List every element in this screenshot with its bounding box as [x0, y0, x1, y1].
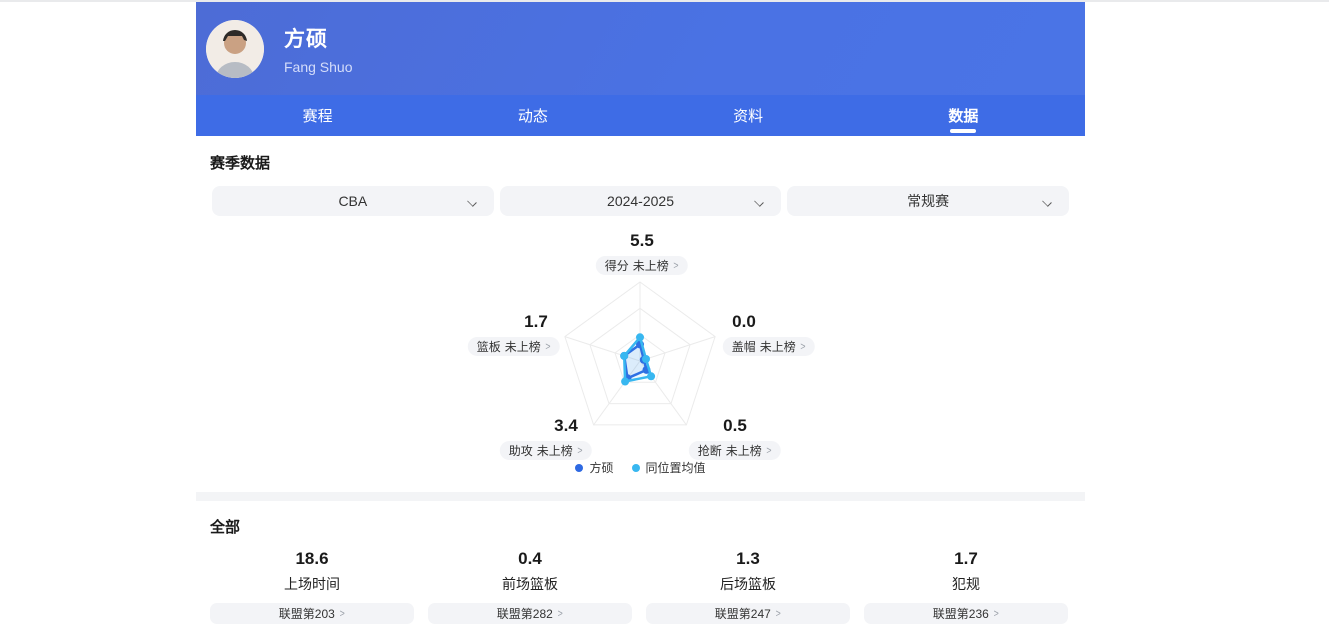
rank-pill-steals[interactable]: 抢断 未上榜 >	[689, 441, 781, 460]
stat-label: 前场篮板	[428, 574, 632, 594]
totals-stats-grid: 18.6 上场时间 联盟第203 > 0.4 前场篮板 联盟第282 > 1.3…	[210, 549, 1085, 624]
stat-label: 后场篮板	[646, 574, 850, 594]
tab-data[interactable]: 数据	[856, 95, 1071, 136]
chart-legend: 方硕 同位置均值	[196, 459, 1085, 476]
legend-label-player: 方硕	[589, 459, 613, 476]
player-avatar	[206, 20, 264, 78]
rank-text: 未上榜	[537, 442, 573, 459]
stat-value: 0.4	[428, 549, 632, 569]
radar-axis-assists: 3.4 助攻 未上榜 >	[500, 416, 592, 460]
stat-value: 1.3	[646, 549, 850, 569]
rank-pill-points[interactable]: 得分 未上榜 >	[596, 256, 688, 275]
chevron-down-icon	[1043, 197, 1051, 205]
radar-axis-rebounds: 1.7 篮板 未上榜 >	[468, 312, 560, 356]
radar-chart-area: 5.5 得分 未上榜 > 0.0 盖帽 未上榜 > 0.5 抢断 未上榜 >	[196, 227, 1085, 487]
league-select-value: CBA	[338, 193, 367, 209]
stat-fouls: 1.7 犯规 联盟第236 >	[864, 549, 1068, 624]
legend-item-average: 同位置均值	[632, 459, 706, 476]
chevron-right-icon: >	[545, 341, 550, 353]
tab-news[interactable]: 动态	[425, 95, 640, 136]
league-rank-pill[interactable]: 联盟第203 >	[210, 603, 414, 624]
stat-label: 犯规	[864, 574, 1068, 594]
league-rank-pill[interactable]: 联盟第247 >	[646, 603, 850, 624]
player-header: 方硕 Fang Shuo	[196, 2, 1085, 95]
chevron-down-icon	[755, 197, 763, 205]
rank-text: 未上榜	[760, 338, 796, 355]
chevron-right-icon: >	[766, 445, 771, 457]
rank-pill-rebounds[interactable]: 篮板 未上榜 >	[468, 337, 560, 356]
chevron-right-icon: >	[993, 608, 998, 620]
filter-row: CBA 2024-2025 常规赛	[212, 186, 1069, 216]
legend-label-average: 同位置均值	[646, 459, 706, 476]
rank-text: 未上榜	[505, 338, 541, 355]
chevron-right-icon: >	[339, 608, 344, 620]
player-name: 方硕	[284, 23, 353, 53]
section-title-all: 全部	[210, 516, 1085, 537]
stat-value: 18.6	[210, 549, 414, 569]
season-select-value: 2024-2025	[607, 193, 674, 209]
stat-value-blocks: 0.0	[698, 312, 790, 332]
chevron-right-icon: >	[577, 445, 582, 457]
radar-axis-points: 5.5 得分 未上榜 >	[596, 231, 688, 275]
player-name-en: Fang Shuo	[284, 59, 353, 75]
section-divider	[196, 492, 1085, 501]
rank-text: 联盟第236	[933, 605, 989, 622]
tab-profile[interactable]: 资料	[641, 95, 856, 136]
chevron-down-icon	[468, 197, 476, 205]
rank-text: 未上榜	[726, 442, 762, 459]
radar-axis-blocks: 0.0 盖帽 未上榜 >	[723, 312, 815, 356]
rank-pill-assists[interactable]: 助攻 未上榜 >	[500, 441, 592, 460]
legend-dot-player	[575, 464, 583, 472]
stat-value-points: 5.5	[596, 231, 688, 251]
chevron-right-icon: >	[775, 608, 780, 620]
axis-label: 助攻	[509, 442, 533, 459]
axis-label: 得分	[605, 257, 629, 274]
rank-text: 联盟第247	[715, 605, 771, 622]
rank-text: 未上榜	[633, 257, 669, 274]
tab-bar: 赛程 动态 资料 数据	[196, 95, 1085, 136]
stat-defensive-rebounds: 1.3 后场篮板 联盟第247 >	[646, 549, 850, 624]
chevron-right-icon: >	[800, 341, 805, 353]
stat-value: 1.7	[864, 549, 1068, 569]
stat-value-rebounds: 1.7	[490, 312, 582, 332]
league-rank-pill[interactable]: 联盟第282 >	[428, 603, 632, 624]
rank-pill-blocks[interactable]: 盖帽 未上榜 >	[723, 337, 815, 356]
chevron-right-icon: >	[557, 608, 562, 620]
rank-text: 联盟第282	[497, 605, 553, 622]
legend-dot-average	[632, 464, 640, 472]
axis-label: 盖帽	[732, 338, 756, 355]
stat-value-assists: 3.4	[520, 416, 612, 436]
avatar-photo-placeholder	[206, 20, 264, 78]
stat-value-steals: 0.5	[689, 416, 781, 436]
legend-item-player: 方硕	[575, 459, 613, 476]
content-column: 方硕 Fang Shuo 赛程 动态 资料 数据 赛季数据 CBA 2024-2…	[196, 2, 1085, 624]
section-title-season-data: 赛季数据	[210, 152, 1085, 173]
league-rank-pill[interactable]: 联盟第236 >	[864, 603, 1068, 624]
tab-schedule[interactable]: 赛程	[210, 95, 425, 136]
league-select[interactable]: CBA	[212, 186, 494, 216]
stat-offensive-rebounds: 0.4 前场篮板 联盟第282 >	[428, 549, 632, 624]
stat-minutes: 18.6 上场时间 联盟第203 >	[210, 549, 414, 624]
stat-label: 上场时间	[210, 574, 414, 594]
axis-label: 篮板	[477, 338, 501, 355]
axis-label: 抢断	[698, 442, 722, 459]
season-select[interactable]: 2024-2025	[500, 186, 782, 216]
rank-text: 联盟第203	[279, 605, 335, 622]
stage-select-value: 常规赛	[907, 191, 949, 211]
radar-axis-steals: 0.5 抢断 未上榜 >	[689, 416, 781, 460]
stage-select[interactable]: 常规赛	[787, 186, 1069, 216]
chevron-right-icon: >	[673, 260, 678, 272]
